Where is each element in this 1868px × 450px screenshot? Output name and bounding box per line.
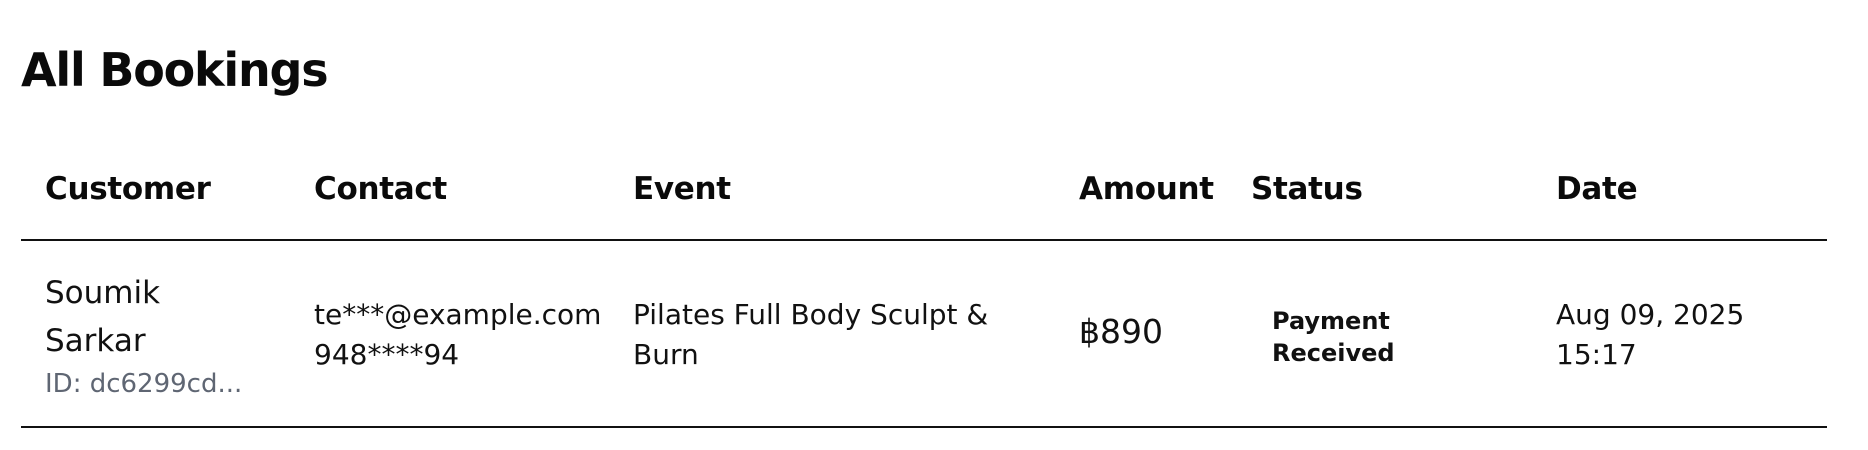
event-name: Pilates Full Body Sculpt & Burn bbox=[633, 298, 989, 371]
column-header-customer[interactable]: Customer bbox=[45, 171, 211, 207]
bookings-table: Customer Contact Event Amount Status Dat… bbox=[21, 160, 1827, 428]
booking-date: Aug 09, 2025 bbox=[1556, 298, 1745, 331]
column-header-contact[interactable]: Contact bbox=[314, 171, 447, 207]
table-row[interactable]: Soumik Sarkar ID: dc6299cd... te***@exam… bbox=[21, 241, 1827, 428]
column-header-event[interactable]: Event bbox=[633, 171, 731, 207]
table-header: Customer Contact Event Amount Status Dat… bbox=[21, 160, 1827, 241]
customer-id: ID: dc6299cd... bbox=[45, 369, 243, 399]
column-header-amount[interactable]: Amount bbox=[1079, 171, 1214, 207]
bookings-page: All Bookings Customer Contact Event Amou… bbox=[0, 0, 1868, 450]
contact-cell: te***@example.com 948****94 bbox=[314, 295, 601, 375]
contact-phone: 948****94 bbox=[314, 338, 460, 371]
column-header-status[interactable]: Status bbox=[1251, 171, 1363, 207]
date-cell: Aug 09, 2025 15:17 bbox=[1556, 295, 1744, 375]
page-title: All Bookings bbox=[21, 43, 329, 97]
booking-time: 15:17 bbox=[1556, 338, 1637, 371]
amount-value: ฿890 bbox=[1079, 312, 1163, 351]
customer-name: Soumik Sarkar bbox=[45, 275, 161, 359]
column-header-date[interactable]: Date bbox=[1556, 171, 1638, 207]
contact-email: te***@example.com bbox=[314, 298, 602, 331]
status-badge: Payment Received bbox=[1272, 307, 1395, 367]
